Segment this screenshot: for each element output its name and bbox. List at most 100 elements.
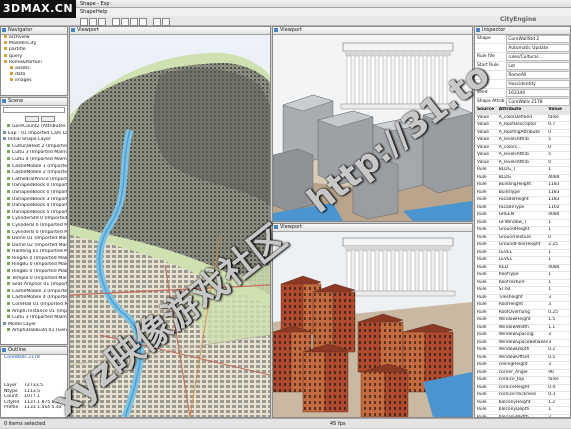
param-value[interactable]: 1 [548,167,570,174]
param-value[interactable]: 1 [548,272,570,279]
inspector-field-value[interactable]: RomeAll [506,71,570,79]
inspector-field-value[interactable]: Lot [506,62,570,70]
scene-tab[interactable]: Scene [1,98,67,106]
camera-icon[interactable] [153,18,161,26]
param-row[interactable]: Rule ST.64 1 [475,287,570,295]
menu-shape[interactable]: Shape [80,9,96,15]
param-row[interactable]: Rule GFWindow_T 1 [475,220,570,227]
scene-item[interactable]: Cultu 3 (Imported Malmo) 13... [1,315,67,322]
param-value[interactable]: 1183 [548,197,570,204]
param-row[interactable]: Value A_levelsAttrib 5 [475,152,570,160]
param-row[interactable]: Rule RoofHeight 3 [475,302,570,310]
scene-item[interactable]: Amphi Instance 01 (Imported... [1,308,67,316]
param-row[interactable]: Rule WindowSpacing 3 [475,332,570,340]
scene-item[interactable]: Dome 02 (Imported Malmo) 2... [1,242,67,250]
move-tool-icon[interactable] [121,18,129,26]
rotate-tool-icon[interactable] [130,18,138,26]
open-icon[interactable] [89,18,97,26]
param-row[interactable]: Rule RoofType 1 [475,272,570,280]
param-value[interactable]: false [548,115,570,122]
param-value[interactable]: 3 [548,295,570,302]
param-value[interactable]: 5 [548,152,570,159]
param-value[interactable]: 3 [548,340,570,347]
scene-filter-input[interactable] [3,107,65,113]
param-value[interactable]: 0.3 [548,392,570,399]
inspector-field-value[interactable]: CoreWalls 2178 [506,98,570,106]
scene-item[interactable]: Dome 01 (Imported Malmo) 1... [1,236,67,243]
param-row[interactable]: Value A_levelsAttrib 0 [475,160,570,167]
viewport-textured[interactable]: Viewport [272,223,473,418]
param-row[interactable]: Rule BuildType 1183 [475,190,570,197]
navigator-tab[interactable]: Navigator [1,27,67,35]
viewport-map-tab[interactable]: Viewport [70,27,270,35]
menu-help[interactable]: Help [96,9,107,15]
param-row[interactable]: Rule RED 4084 [475,265,570,272]
param-value[interactable]: 2.25 [548,242,570,249]
param-value[interactable]: 1 [548,257,570,264]
param-row[interactable]: Rule cornice_top false [475,377,570,385]
param-value[interactable]: 0.7 [548,122,570,129]
param-row[interactable]: Rule RoofTexture 1 [475,280,570,287]
param-value[interactable]: 1102 [548,205,570,212]
param-row[interactable]: Rule WindowSpaceBetween 3 [475,340,570,347]
param-row[interactable]: Rule corniceHeight 0.4 [475,385,570,392]
inspector-tab[interactable]: Inspector [475,27,570,35]
param-value[interactable]: 1.2 [548,400,570,407]
param-row[interactable]: Value A_levelsAttrib 5 [475,137,570,145]
param-value[interactable]: 5 [548,137,570,144]
navigator-item[interactable]: images [1,78,67,84]
param-value[interactable]: 4084 [548,175,570,182]
param-value[interactable]: false [548,377,570,384]
param-value[interactable]: 4084 [548,265,570,272]
save-icon[interactable] [98,18,106,26]
inspector-field-value[interactable]: CoreWallStd 2 [506,35,570,43]
scene-item[interactable]: UShapedBlock 5 (Imported M... [1,209,67,217]
param-row[interactable]: Rule GroundTexture 0 [475,235,570,242]
scene-item[interactable]: AmphiHallBuild 01 (Gener... [1,328,67,335]
inspector-field-value[interactable]: Hoscidentity [506,80,570,88]
param-row[interactable]: Rule WindowOffset 0.5 [475,355,570,362]
scene-item[interactable]: UShapedBlock 0 (Imported M... [1,183,67,190]
param-row[interactable]: Rule GREEN 4084 [475,212,570,220]
scene-item[interactable]: CulturalRest 2 (Imported Mal...) [1,143,67,151]
scene-item[interactable]: Cultu 3 (Imported Malmo) 6 [1,150,67,157]
param-row[interactable]: Rule FacadeHeight 1183 [475,197,570,205]
param-value[interactable]: 90 [548,370,570,377]
param-value[interactable]: 1 [548,250,570,257]
scene-item[interactable]: UShapedBlock 0 (Imported M... [1,189,67,197]
param-row[interactable]: Value A_colors... 0 [475,145,570,152]
param-row[interactable]: Value A_colorDefined false [475,115,570,122]
scene-item[interactable]: CastleMobile 3 (Imported Ma... [1,288,67,296]
scene-item[interactable]: Ring4o 0 (Imported Malmo) 3... [1,255,67,263]
scene-item[interactable]: Cultu 4 (Imported Malmo) 7 [1,156,67,164]
param-value[interactable]: 1 [548,280,570,287]
param-value[interactable]: 0 [548,145,570,152]
param-value[interactable]: 0.2 [548,347,570,354]
scene-item[interactable]: Ring8u 0 (Imported Malmo) 1... [1,262,67,269]
scale-tool-icon[interactable] [139,18,147,26]
param-value[interactable]: 1.5 [548,317,570,324]
param-value[interactable]: 3 [548,362,570,369]
param-row[interactable]: Rule LEVEL 1 [475,250,570,257]
param-row[interactable]: Rule FacadeType 1102 [475,205,570,212]
param-value[interactable]: 1183 [548,190,570,197]
param-value[interactable]: 0.4 [548,385,570,392]
scene-item[interactable]: HallRing 01 (Imported Malmo... [1,249,67,256]
param-value[interactable]: 4084 [548,212,570,219]
scene-item[interactable]: CastleMobile 2 (Imported Ma... [1,170,67,177]
param-row[interactable]: Rule ceilingHeight 3 [475,362,570,370]
param-row[interactable]: Rule BLDG_T 1 [475,167,570,175]
param-row[interactable]: Rule RoofOverhang 0.25 [475,310,570,317]
param-row[interactable]: Rule GroundFloorHeight 2.25 [475,242,570,250]
param-value[interactable]: 1.1 [548,325,570,332]
param-value[interactable]: 0 [548,235,570,242]
param-row[interactable]: Rule WindowDepth 0.2 [475,347,570,355]
new-icon[interactable] [80,18,88,26]
scene-item[interactable]: Exp : 01 Imported Cam Layer [1,130,67,138]
param-row[interactable]: Value A_RoofDescriptor 0.7 [475,122,570,130]
frame-icon[interactable] [162,18,170,26]
param-row[interactable]: Rule BuildingHeight 1183 [475,182,570,190]
inspector-field-value[interactable]: 163344 [506,89,570,97]
scene-clear-button[interactable] [41,116,55,122]
select-tool-icon[interactable] [112,18,120,26]
